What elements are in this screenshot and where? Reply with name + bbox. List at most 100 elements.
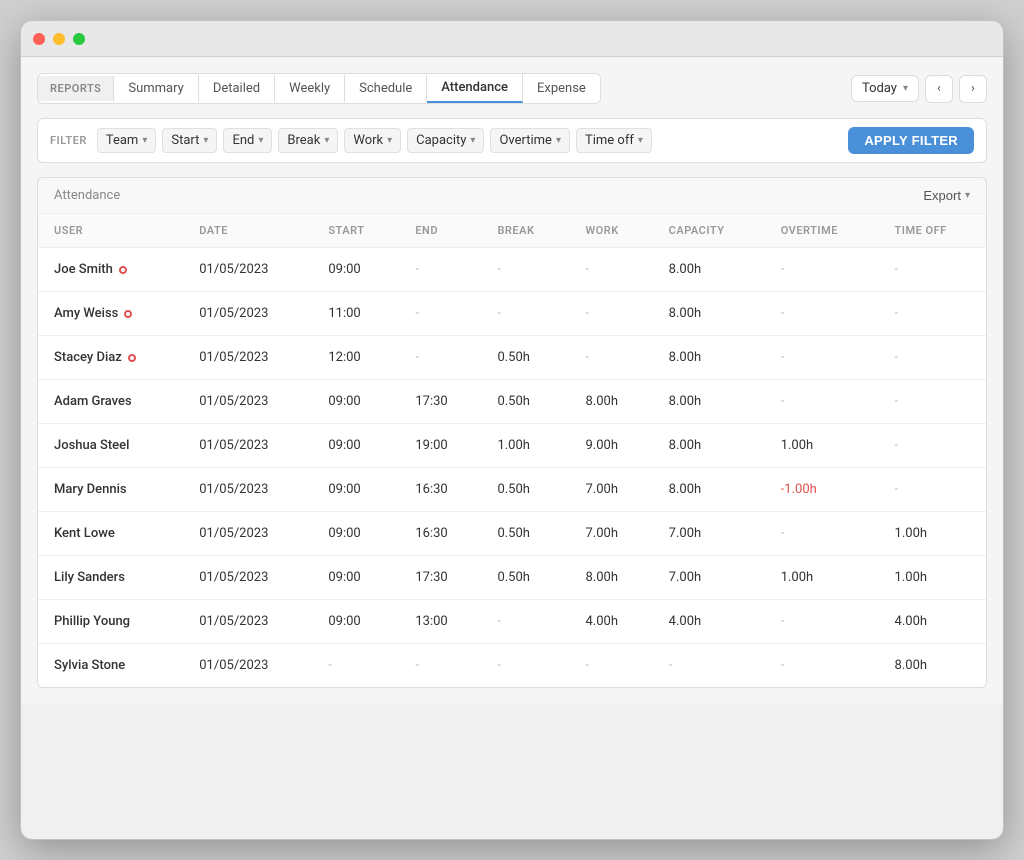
overtime-cell: -1.00h [765, 468, 879, 512]
date-cell: 01/05/2023 [183, 336, 312, 380]
close-dot[interactable] [33, 33, 45, 45]
user-cell: Mary Dennis [38, 468, 183, 512]
tab-weekly[interactable]: Weekly [275, 75, 345, 102]
filter-bar: FILTER Team ▾ Start ▾ End ▾ Break ▾ Work… [37, 118, 987, 163]
work-cell: - [569, 336, 652, 380]
main-window: REPORTS Summary Detailed Weekly Schedule… [20, 20, 1004, 840]
table-header-row: USER DATE START END BREAK WORK CAPACITY … [38, 214, 986, 248]
chevron-down-icon: ▾ [470, 135, 475, 146]
work-cell: 7.00h [569, 468, 652, 512]
end-cell: 13:00 [399, 600, 481, 644]
user-name: Lily Sanders [54, 570, 125, 585]
chevron-down-icon: ▾ [965, 190, 970, 201]
filter-chip-timeoff[interactable]: Time off ▾ [576, 128, 652, 153]
user-cell: Stacey Diaz [38, 336, 183, 380]
table-row: Sylvia Stone01/05/2023------8.00h [38, 644, 986, 688]
export-label: Export [923, 188, 961, 203]
content-area: REPORTS Summary Detailed Weekly Schedule… [21, 57, 1003, 704]
filter-chip-capacity[interactable]: Capacity ▾ [407, 128, 484, 153]
time-off-cell: - [879, 336, 986, 380]
date-selector[interactable]: Today ▾ [851, 75, 919, 102]
expand-dot[interactable] [73, 33, 85, 45]
reports-label: REPORTS [38, 76, 114, 101]
table-section-header: Attendance Export ▾ [38, 178, 986, 214]
end-cell: 19:00 [399, 424, 481, 468]
tab-expense[interactable]: Expense [523, 75, 600, 102]
overtime-cell: - [765, 644, 879, 688]
date-cell: 01/05/2023 [183, 292, 312, 336]
work-cell: 4.00h [569, 600, 652, 644]
col-break: BREAK [481, 214, 569, 248]
overtime-cell: - [765, 248, 879, 292]
date-cell: 01/05/2023 [183, 556, 312, 600]
filter-chip-work[interactable]: Work ▾ [344, 128, 401, 153]
end-cell: 17:30 [399, 556, 481, 600]
tab-summary[interactable]: Summary [114, 75, 198, 102]
time-off-cell: 8.00h [879, 644, 986, 688]
user-name-cell: Phillip Young [54, 614, 167, 629]
titlebar [21, 21, 1003, 57]
chevron-down-icon: ▾ [324, 135, 329, 146]
overtime-cell: 1.00h [765, 424, 879, 468]
filter-chip-break[interactable]: Break ▾ [278, 128, 338, 153]
table-row: Mary Dennis01/05/202309:0016:300.50h7.00… [38, 468, 986, 512]
capacity-cell: - [653, 644, 765, 688]
filter-label: FILTER [50, 134, 87, 147]
break-cell: - [481, 600, 569, 644]
apply-filter-button[interactable]: APPLY FILTER [848, 127, 974, 154]
break-cell: 0.50h [481, 380, 569, 424]
user-name: Joe Smith [54, 262, 113, 277]
break-cell: - [481, 248, 569, 292]
start-cell: 11:00 [312, 292, 399, 336]
date-cell: 01/05/2023 [183, 424, 312, 468]
status-indicator [128, 354, 136, 362]
user-name-cell: Kent Lowe [54, 526, 167, 541]
end-filter-label: End [232, 133, 254, 148]
filter-chip-team[interactable]: Team ▾ [97, 128, 157, 153]
capacity-cell: 7.00h [653, 556, 765, 600]
chevron-down-icon: ▾ [142, 135, 147, 146]
filter-chip-overtime[interactable]: Overtime ▾ [490, 128, 570, 153]
user-cell: Sylvia Stone [38, 644, 183, 688]
time-off-cell: - [879, 468, 986, 512]
prev-button[interactable]: ‹ [925, 75, 953, 103]
user-name: Joshua Steel [54, 438, 129, 453]
work-cell: - [569, 644, 652, 688]
tab-attendance[interactable]: Attendance [427, 74, 523, 103]
tab-schedule[interactable]: Schedule [345, 75, 427, 102]
date-controls: Today ▾ ‹ › [851, 75, 987, 103]
end-cell: 17:30 [399, 380, 481, 424]
work-cell: 8.00h [569, 556, 652, 600]
start-cell: 12:00 [312, 336, 399, 380]
table-row: Amy Weiss01/05/202311:00---8.00h-- [38, 292, 986, 336]
chevron-down-icon: ▾ [387, 135, 392, 146]
time-off-cell: - [879, 380, 986, 424]
next-button[interactable]: › [959, 75, 987, 103]
filter-chip-end[interactable]: End ▾ [223, 128, 272, 153]
user-name: Sylvia Stone [54, 658, 125, 673]
export-button[interactable]: Export ▾ [923, 188, 970, 203]
filter-chip-start[interactable]: Start ▾ [162, 128, 217, 153]
capacity-cell: 7.00h [653, 512, 765, 556]
start-cell: 09:00 [312, 512, 399, 556]
end-cell: - [399, 292, 481, 336]
end-cell: 16:30 [399, 512, 481, 556]
user-name: Phillip Young [54, 614, 130, 629]
break-cell: 0.50h [481, 336, 569, 380]
user-name-cell: Joe Smith [54, 262, 167, 277]
start-cell: 09:00 [312, 424, 399, 468]
table-row: Lily Sanders01/05/202309:0017:300.50h8.0… [38, 556, 986, 600]
date-cell: 01/05/2023 [183, 512, 312, 556]
end-cell: - [399, 644, 481, 688]
time-off-cell: - [879, 248, 986, 292]
overtime-filter-label: Overtime [499, 133, 551, 148]
work-cell: - [569, 292, 652, 336]
minimize-dot[interactable] [53, 33, 65, 45]
start-cell: 09:00 [312, 600, 399, 644]
tab-detailed[interactable]: Detailed [199, 75, 275, 102]
capacity-cell: 8.00h [653, 380, 765, 424]
end-cell: - [399, 336, 481, 380]
col-date: DATE [183, 214, 312, 248]
table-row: Adam Graves01/05/202309:0017:300.50h8.00… [38, 380, 986, 424]
table-row: Joe Smith01/05/202309:00---8.00h-- [38, 248, 986, 292]
